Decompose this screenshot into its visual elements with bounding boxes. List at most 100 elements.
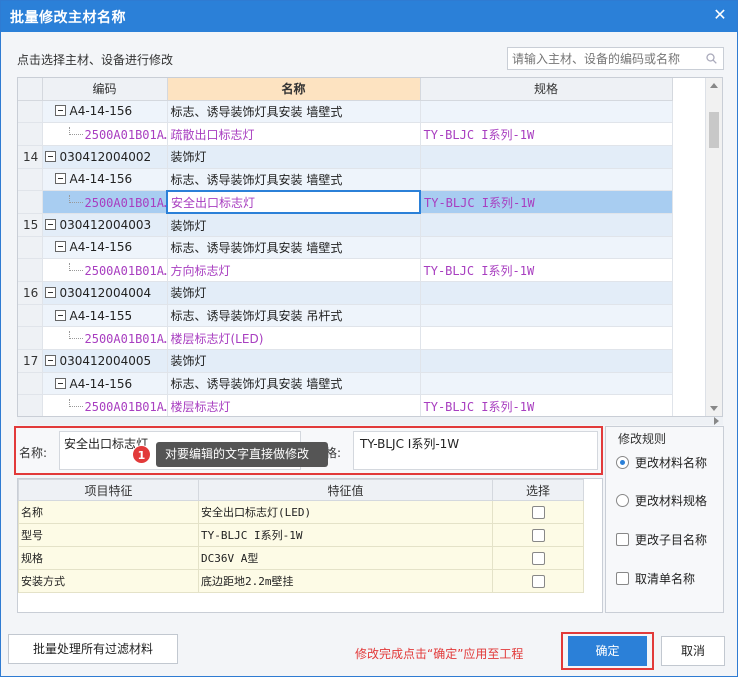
column-header-spec[interactable]: 规格 [420,78,673,101]
horizontal-scrollbar[interactable] [17,417,723,425]
search-input[interactable] [508,48,698,69]
feature-value[interactable]: 底边距地2.2m壁挂 [198,569,493,593]
code-cell[interactable]: 2500A01B01A… [42,122,168,146]
table-row[interactable]: A4-14-156 标志、诱导装饰灯具安装 墙壁式 [18,168,673,192]
feature-value[interactable]: DC36V A型 [198,546,493,570]
table-row[interactable]: 2500A01B01A… 安全出口标志灯 TY-BLJC I系列-1W [18,189,673,215]
name-cell[interactable]: 标志、诱导装饰灯具安装 墙壁式 [167,236,421,260]
table-row[interactable]: 2500A01B01A… 方向标志灯 TY-BLJC I系列-1W [18,258,673,282]
table-row[interactable]: 14 030412004002 装饰灯 [18,145,673,169]
feature-value[interactable]: TY-BLJC I系列-1W [198,523,493,547]
feature-select[interactable] [492,523,584,547]
radio-icon[interactable] [616,456,629,469]
table-row[interactable]: A4-14-156 标志、诱导装饰灯具安装 墙壁式 [18,100,673,124]
vertical-scrollbar[interactable] [705,78,722,416]
name-cell[interactable]: 楼层标志灯 [167,394,421,416]
search-box[interactable] [507,47,724,70]
spec-cell[interactable] [420,145,673,169]
code-cell[interactable]: A4-14-156 [42,100,168,124]
column-header-name[interactable]: 名称 [167,78,421,101]
code-cell[interactable]: 030412004003 [42,213,168,237]
name-cell[interactable]: 标志、诱导装饰灯具安装 墙壁式 [167,372,421,396]
checkbox-icon[interactable] [616,533,629,546]
name-cell[interactable]: 装饰灯 [167,281,421,305]
collapse-icon[interactable] [44,150,56,162]
collapse-icon[interactable] [54,309,66,321]
scroll-up-icon[interactable] [710,83,718,88]
name-cell[interactable]: 疏散出口标志灯 [167,122,421,146]
feature-select[interactable] [492,500,584,524]
cancel-button[interactable]: 取消 [661,636,725,666]
code-cell[interactable]: A4-14-155 [42,304,168,328]
code-cell[interactable]: 2500A01B01A… [42,258,168,282]
radio-rename-material[interactable]: 更改材料名称 [616,454,707,471]
collapse-icon[interactable] [54,105,66,117]
spec-cell[interactable] [420,213,673,237]
checkbox-icon[interactable] [616,572,629,585]
scroll-thumb[interactable] [709,112,719,148]
spec-cell[interactable] [420,372,673,396]
collapse-icon[interactable] [54,173,66,185]
scroll-down-icon[interactable] [710,406,718,411]
spec-cell[interactable]: TY-BLJC I系列-1W [420,122,673,146]
close-icon[interactable]: ✕ [709,4,731,26]
code-cell[interactable]: 2500A01B01A… [42,394,168,416]
collapse-icon[interactable] [54,241,66,253]
column-header-code[interactable]: 编码 [42,78,168,101]
checkbox-rename-subitem[interactable]: 更改子目名称 [616,531,707,548]
spec-cell[interactable] [420,326,673,351]
spec-cell[interactable]: TY-BLJC I系列-1W [420,258,673,282]
collapse-icon[interactable] [44,354,56,366]
code-cell[interactable]: 2500A01B01A… [42,190,168,214]
table-row[interactable]: 17 030412004005 装饰灯 [18,349,673,373]
collapse-icon[interactable] [44,218,56,230]
feature-value[interactable]: 安全出口标志灯(LED) [198,500,493,524]
name-cell[interactable]: 安全出口标志灯 [166,189,421,215]
code-cell[interactable]: 030412004005 [42,349,168,373]
name-cell[interactable]: 装饰灯 [167,349,421,373]
code-cell[interactable]: A4-14-156 [42,168,168,192]
checkbox-icon[interactable] [531,551,545,565]
code-cell[interactable]: 030412004004 [42,281,168,305]
checkbox-icon[interactable] [531,528,545,542]
batch-process-button[interactable]: 批量处理所有过滤材料 [8,634,178,664]
code-cell[interactable]: 2500A01B01A… [42,326,168,351]
name-cell[interactable]: 楼层标志灯(LED) [167,326,421,351]
checkbox-take-list-name[interactable]: 取清单名称 [616,570,695,587]
collapse-icon[interactable] [54,377,66,389]
name-cell[interactable]: 装饰灯 [167,145,421,169]
name-cell[interactable]: 标志、诱导装饰灯具安装 墙壁式 [167,168,421,192]
code-cell[interactable]: A4-14-156 [42,236,168,260]
table-row[interactable]: 2500A01B01A… 楼层标志灯 TY-BLJC I系列-1W [18,394,673,416]
feature-select[interactable] [492,569,584,593]
table-row[interactable]: 2500A01B01A… 楼层标志灯(LED) [18,326,673,351]
name-cell[interactable]: 装饰灯 [167,213,421,237]
table-row[interactable]: 2500A01B01A… 疏散出口标志灯 TY-BLJC I系列-1W [18,122,673,146]
name-cell[interactable]: 方向标志灯 [167,258,421,282]
feature-select[interactable] [492,546,584,570]
search-icon[interactable] [706,53,717,64]
spec-cell[interactable] [420,349,673,373]
radio-icon[interactable] [616,494,629,507]
table-row[interactable]: 15 030412004003 装饰灯 [18,213,673,237]
code-cell[interactable]: 030412004002 [42,145,168,169]
radio-change-spec[interactable]: 更改材料规格 [616,492,707,509]
table-row[interactable]: A4-14-156 标志、诱导装饰灯具安装 墙壁式 [18,236,673,260]
name-cell[interactable]: 标志、诱导装饰灯具安装 墙壁式 [167,100,421,124]
spec-cell[interactable]: TY-BLJC I系列-1W [420,394,673,416]
spec-cell[interactable] [420,168,673,192]
name-cell[interactable]: 标志、诱导装饰灯具安装 吊杆式 [167,304,421,328]
spec-cell[interactable] [420,236,673,260]
spec-cell[interactable] [420,281,673,305]
spec-cell[interactable] [420,100,673,124]
checkbox-icon[interactable] [531,574,545,588]
spec-cell[interactable] [420,304,673,328]
ok-button[interactable]: 确定 [568,636,647,666]
table-row[interactable]: A4-14-155 标志、诱导装饰灯具安装 吊杆式 [18,304,673,328]
table-row[interactable]: A4-14-156 标志、诱导装饰灯具安装 墙壁式 [18,372,673,396]
spec-cell[interactable]: TY-BLJC I系列-1W [420,190,673,214]
spec-field[interactable]: TY-BLJC I系列-1W [353,431,598,470]
scroll-right-icon[interactable] [714,417,719,425]
code-cell[interactable]: A4-14-156 [42,372,168,396]
checkbox-icon[interactable] [531,505,545,519]
